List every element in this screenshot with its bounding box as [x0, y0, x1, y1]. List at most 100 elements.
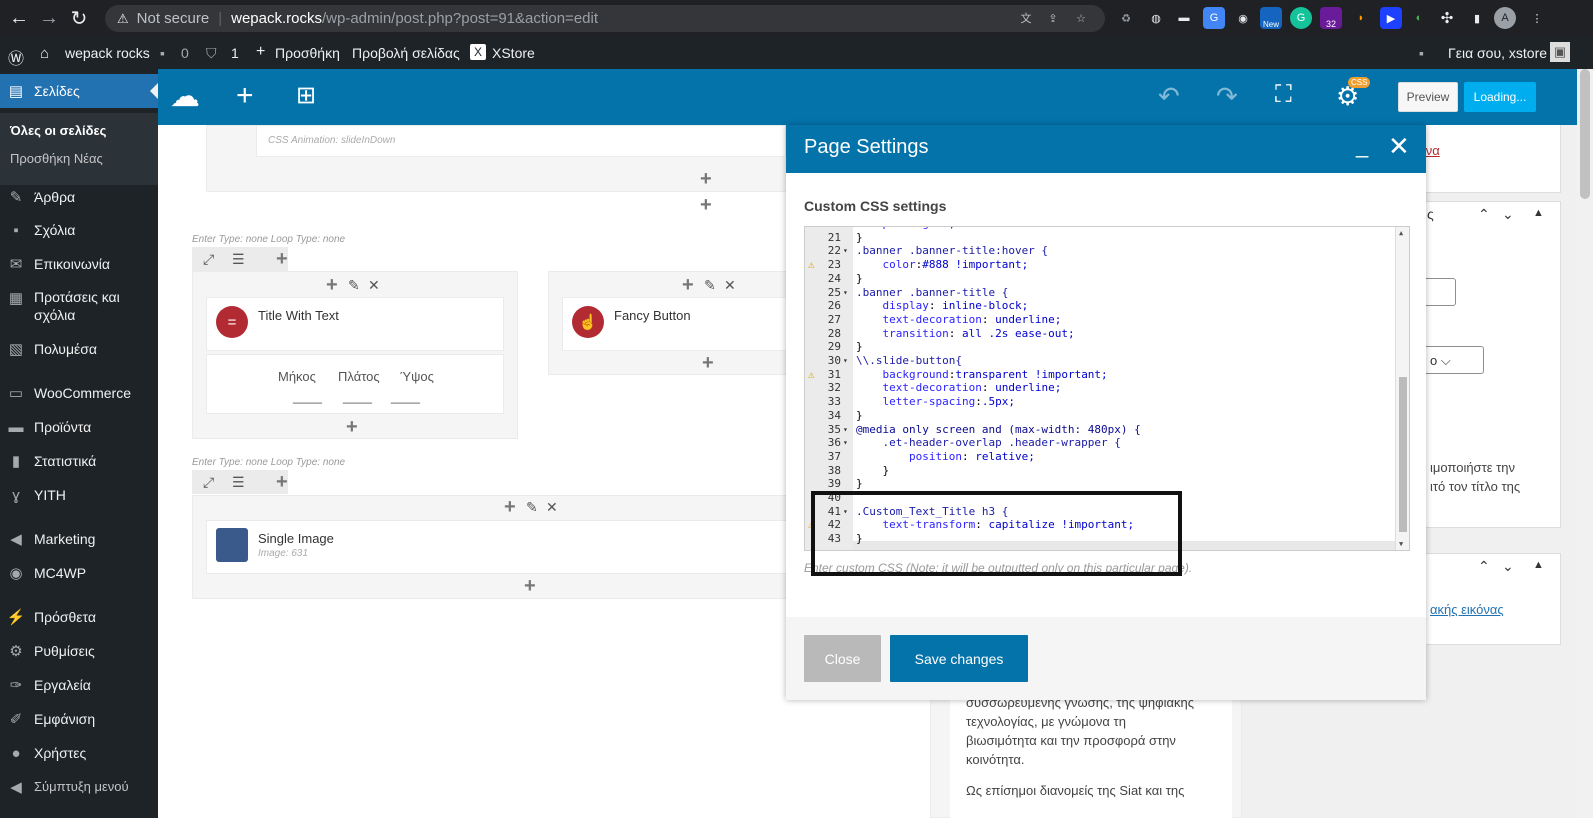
greeting-link[interactable]: Γεια σου, xstore	[1448, 45, 1547, 61]
sidebar-item-analytics[interactable]: ▮ Στατιστικά	[0, 444, 158, 478]
add-element-plus-icon[interactable]: +	[700, 169, 712, 189]
add-row-plus-icon[interactable]: +	[700, 195, 712, 215]
new-content-link[interactable]: Προσθήκη	[275, 45, 340, 61]
plus-icon[interactable]: +	[256, 43, 265, 61]
code-line[interactable]: position: relative;	[856, 450, 1035, 464]
home-icon[interactable]: ⌂	[40, 45, 49, 62]
profile-avatar[interactable]: A	[1494, 7, 1516, 29]
row-layout-icon[interactable]: ☰	[232, 251, 245, 268]
code-line[interactable]: background:transparent !important;	[856, 368, 1108, 382]
sidebar-item-posts[interactable]: ✎ Άρθρα	[0, 180, 158, 214]
user-avatar[interactable]: ▣	[1550, 42, 1570, 62]
reload-icon[interactable]: ↻	[68, 6, 90, 31]
notice-icon[interactable]: ▪	[1419, 45, 1424, 61]
close-icon[interactable]: ✕	[1388, 131, 1410, 162]
fold-arrow-icon[interactable]: ▾	[843, 354, 848, 368]
column-delete-icon[interactable]: ✕	[724, 277, 736, 294]
sidebar-collapse[interactable]: ◀ Σύμπτυξη μενού	[0, 770, 158, 804]
loading-button[interactable]: Loading...	[1464, 82, 1536, 112]
forward-icon[interactable]: →	[38, 7, 60, 30]
chevron-up-icon[interactable]: ⌃	[1478, 206, 1490, 223]
share-icon[interactable]: ⇪	[1042, 7, 1064, 29]
code-line[interactable]: }	[856, 231, 863, 245]
code-line[interactable]: }	[856, 477, 863, 491]
grammarly-icon[interactable]: G	[1290, 7, 1312, 29]
sidebar-item-mc4wp[interactable]: ◉ MC4WP	[0, 556, 158, 590]
wordpress-logo-icon[interactable]: Ⓦ	[8, 45, 24, 69]
sidebar-item-appearance[interactable]: ✐ Εμφάνιση	[0, 702, 158, 736]
sidebar-item-marketing[interactable]: ◀ Marketing	[0, 522, 158, 556]
add-element-plus-icon[interactable]: +	[702, 353, 714, 373]
code-line[interactable]: .banner .banner-title:hover {	[856, 244, 1048, 258]
page-scrollbar[interactable]	[1577, 69, 1593, 818]
extension-globe-icon[interactable]: ◍	[1145, 7, 1167, 29]
fold-arrow-icon[interactable]: ▾	[843, 436, 848, 450]
submenu-all-pages[interactable]: Όλες οι σελίδες	[10, 123, 106, 138]
sidebar-item-contact[interactable]: ✉ Επικοινωνία	[0, 247, 158, 281]
lint-warning-icon[interactable]: ⚠	[808, 368, 815, 382]
column-edit-icon[interactable]: ✎	[526, 499, 538, 516]
toggle-arrow-icon[interactable]: ▲	[1533, 207, 1544, 219]
panel-input[interactable]	[1426, 278, 1456, 306]
panel-select[interactable]: ο ⌵	[1426, 346, 1484, 374]
sidepanel-icon[interactable]: ▮	[1466, 7, 1488, 29]
scrollbar-thumb[interactable]	[1580, 69, 1590, 199]
code-line[interactable]: }	[856, 409, 863, 423]
save-changes-button[interactable]: Save changes	[890, 635, 1028, 682]
code-line[interactable]: text-decoration: underline;	[856, 313, 1062, 327]
code-line[interactable]: }	[856, 340, 863, 354]
shield-icon[interactable]: ⛉	[206, 45, 217, 62]
add-element-plus-icon[interactable]: +	[524, 576, 536, 596]
code-line[interactable]: transition: all .2s ease-out;	[856, 327, 1075, 341]
column-add-icon[interactable]: +	[326, 275, 338, 295]
submenu-add-new[interactable]: Προσθήκη Νέας	[10, 151, 103, 166]
sidebar-item-settings[interactable]: ⚙ Ρυθμίσεις	[0, 634, 158, 668]
code-line[interactable]: text-decoration: underline;	[856, 381, 1062, 395]
sidebar-item-comments[interactable]: ▪ Σχόλια	[0, 213, 158, 247]
extension-eye-icon[interactable]: ◐	[1408, 7, 1430, 29]
site-name-link[interactable]: wepack rocks	[65, 45, 150, 61]
add-element-plus-icon[interactable]: +	[346, 417, 358, 437]
column-edit-icon[interactable]: ✎	[704, 277, 716, 294]
column-edit-icon[interactable]: ✎	[348, 277, 360, 294]
toggle-arrow-icon[interactable]: ▲	[1533, 559, 1544, 571]
code-line[interactable]: \\.slide-button{	[856, 354, 962, 368]
column-delete-icon[interactable]: ✕	[368, 277, 380, 294]
fullscreen-icon[interactable]: ⛶	[1275, 81, 1292, 109]
code-line[interactable]: padding: 0;	[856, 227, 956, 231]
add-element-icon[interactable]: +	[236, 79, 254, 113]
sidebar-item-media[interactable]: ▧ Πολυμέσα	[0, 332, 158, 366]
comments-count[interactable]: 0	[181, 45, 189, 61]
code-line[interactable]: color:#888 !important;	[856, 258, 1029, 272]
lint-warning-icon[interactable]: ⚠	[808, 258, 815, 272]
sidebar-item-pages[interactable]: ▤ Σελίδες	[0, 74, 158, 108]
minimize-icon[interactable]: _	[1356, 133, 1368, 159]
row-add-column-icon[interactable]: +	[276, 249, 288, 269]
extension-camera-icon[interactable]: ◉	[1232, 7, 1254, 29]
xstore-icon[interactable]: X	[470, 44, 486, 60]
fold-arrow-icon[interactable]: ▾	[843, 286, 848, 300]
fold-arrow-icon[interactable]: ▾	[843, 423, 848, 437]
comment-icon[interactable]: ▪	[160, 45, 165, 61]
extension-recycle-icon[interactable]: ♻	[1115, 7, 1137, 29]
element-title-with-text[interactable]	[206, 297, 504, 351]
sidebar-item-plugins[interactable]: ⚡ Πρόσθετα	[0, 600, 158, 634]
translate-icon[interactable]: 文	[1015, 7, 1037, 29]
undo-icon[interactable]: ↶	[1158, 81, 1180, 112]
column-add-icon[interactable]: +	[682, 275, 694, 295]
extension-count-icon[interactable]: 32	[1320, 7, 1342, 29]
editor-scrollbar[interactable]: ▲ ▼	[1395, 227, 1409, 550]
extension-flame-icon[interactable]: ◗	[1350, 7, 1372, 29]
updates-count[interactable]: 1	[231, 45, 239, 61]
extensions-puzzle-icon[interactable]: ✣	[1436, 7, 1458, 29]
element-single-image[interactable]	[206, 520, 798, 574]
code-line[interactable]: }	[856, 272, 863, 286]
code-line[interactable]: .banner .banner-title {	[856, 286, 1008, 300]
sidebar-item-yith[interactable]: ɣ YITH	[0, 478, 158, 512]
editor-scrollbar-thumb[interactable]	[1399, 377, 1407, 532]
code-line[interactable]: display: inline-block;	[856, 299, 1029, 313]
close-button[interactable]: Close	[804, 635, 881, 682]
row-move-icon[interactable]: ⤢	[203, 474, 214, 491]
sidebar-item-tools[interactable]: ✑ Εργαλεία	[0, 668, 158, 702]
sidebar-item-products[interactable]: ▬ Προϊόντα	[0, 410, 158, 444]
